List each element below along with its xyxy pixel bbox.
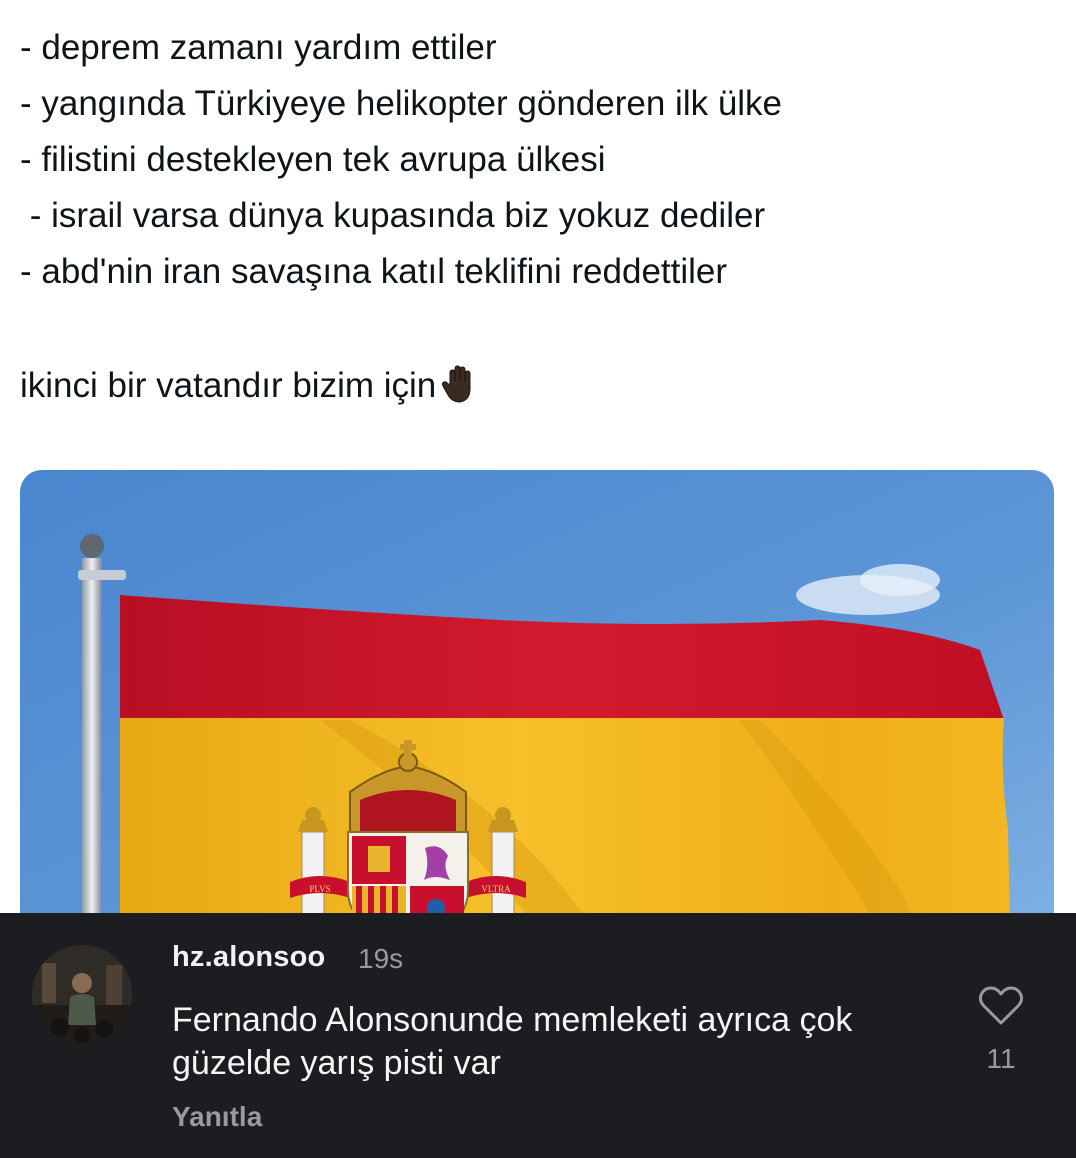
like-count: 11 bbox=[986, 1043, 1016, 1074]
cloud bbox=[860, 564, 940, 596]
raised-hand-icon bbox=[440, 364, 478, 404]
reply-button[interactable]: Yanıtla bbox=[172, 1101, 262, 1133]
comment-panel: hz.alonsoo 19s Fernando Alonsonunde meml… bbox=[0, 913, 1076, 1158]
tweet-closing-line: ikinci bir vatandır bizim için bbox=[20, 358, 1050, 414]
tweet-line: - filistini destekleyen tek avrupa ülkes… bbox=[20, 140, 606, 179]
like-button[interactable] bbox=[978, 985, 1024, 1027]
avatar[interactable] bbox=[32, 945, 132, 1045]
tweet-closing-text: ikinci bir vatandır bizim için bbox=[20, 366, 437, 405]
tweet-line: - israil varsa dünya kupasında biz yokuz… bbox=[20, 196, 766, 235]
comment-timestamp: 19s bbox=[358, 943, 404, 974]
tweet-line: - deprem zamanı yardım ettiler bbox=[20, 28, 497, 67]
ribbon-right-text: VLTRA bbox=[481, 884, 511, 894]
tweet-image[interactable]: PLVS VLTRA bbox=[20, 470, 1054, 930]
comment-username[interactable]: hz.alonsoo bbox=[172, 941, 325, 974]
screenshot: - deprem zamanı yardım ettiler - yangınd… bbox=[0, 0, 1076, 1158]
tweet-text: - deprem zamanı yardım ettiler - yangınd… bbox=[20, 20, 1050, 414]
tweet-line: - abd'nin iran savaşına katıl teklifini … bbox=[20, 252, 728, 291]
tweet-line: - yangında Türkiyeye helikopter gönderen… bbox=[20, 84, 783, 123]
flag-pole bbox=[82, 558, 102, 930]
comment-text: Fernando Alonsonunde memleketi ayrıca ço… bbox=[172, 1001, 853, 1082]
pole-finial bbox=[80, 534, 104, 558]
pole-clip bbox=[78, 570, 126, 580]
heart-outline-icon bbox=[978, 986, 1024, 1025]
ribbon-left-text: PLVS bbox=[309, 884, 330, 894]
